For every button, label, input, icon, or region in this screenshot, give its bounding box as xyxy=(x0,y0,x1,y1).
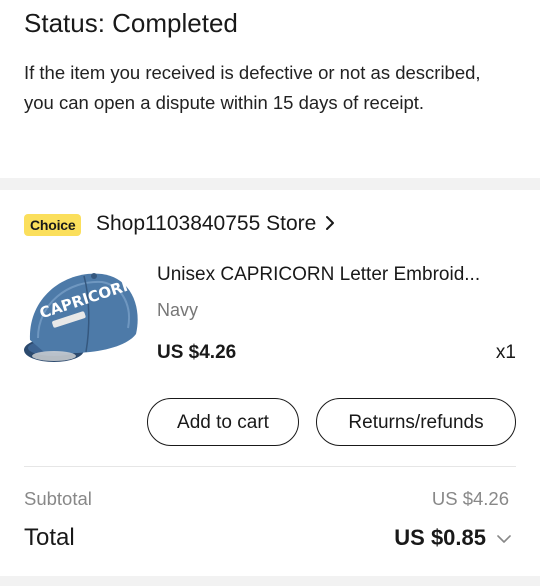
order-status-section: Status: Completed If the item you receiv… xyxy=(0,0,540,178)
chevron-right-icon xyxy=(326,216,335,230)
bottom-divider xyxy=(0,576,540,586)
product-variant: Navy xyxy=(157,300,199,320)
section-divider xyxy=(0,178,540,190)
store-name: Shop1103840755 Store xyxy=(96,212,317,235)
subtotal-value: US $4.26 xyxy=(431,488,509,509)
divider xyxy=(24,466,516,467)
choice-badge: Choice xyxy=(24,214,82,236)
status-title: Status: Completed xyxy=(24,8,238,38)
total-value[interactable]: US $0.85 xyxy=(394,525,486,551)
add-to-cart-button[interactable]: Add to cart xyxy=(147,398,299,446)
store-link[interactable]: Shop1103840755 Store xyxy=(96,212,338,236)
order-card: Choice Shop1103840755 Store CAPRICORN Un… xyxy=(0,190,540,576)
subtotal-label: Subtotal xyxy=(24,488,92,509)
product-title[interactable]: Unisex CAPRICORN Letter Embroid... xyxy=(157,264,517,286)
product-image[interactable]: CAPRICORN xyxy=(24,268,142,372)
total-label: Total xyxy=(24,524,75,551)
returns-refunds-button[interactable]: Returns/refunds xyxy=(316,398,516,446)
chevron-down-icon[interactable] xyxy=(496,531,512,547)
status-description: If the item you received is defective or… xyxy=(24,62,481,113)
product-price: US $4.26 xyxy=(157,342,237,363)
product-quantity: x1 xyxy=(495,342,516,363)
